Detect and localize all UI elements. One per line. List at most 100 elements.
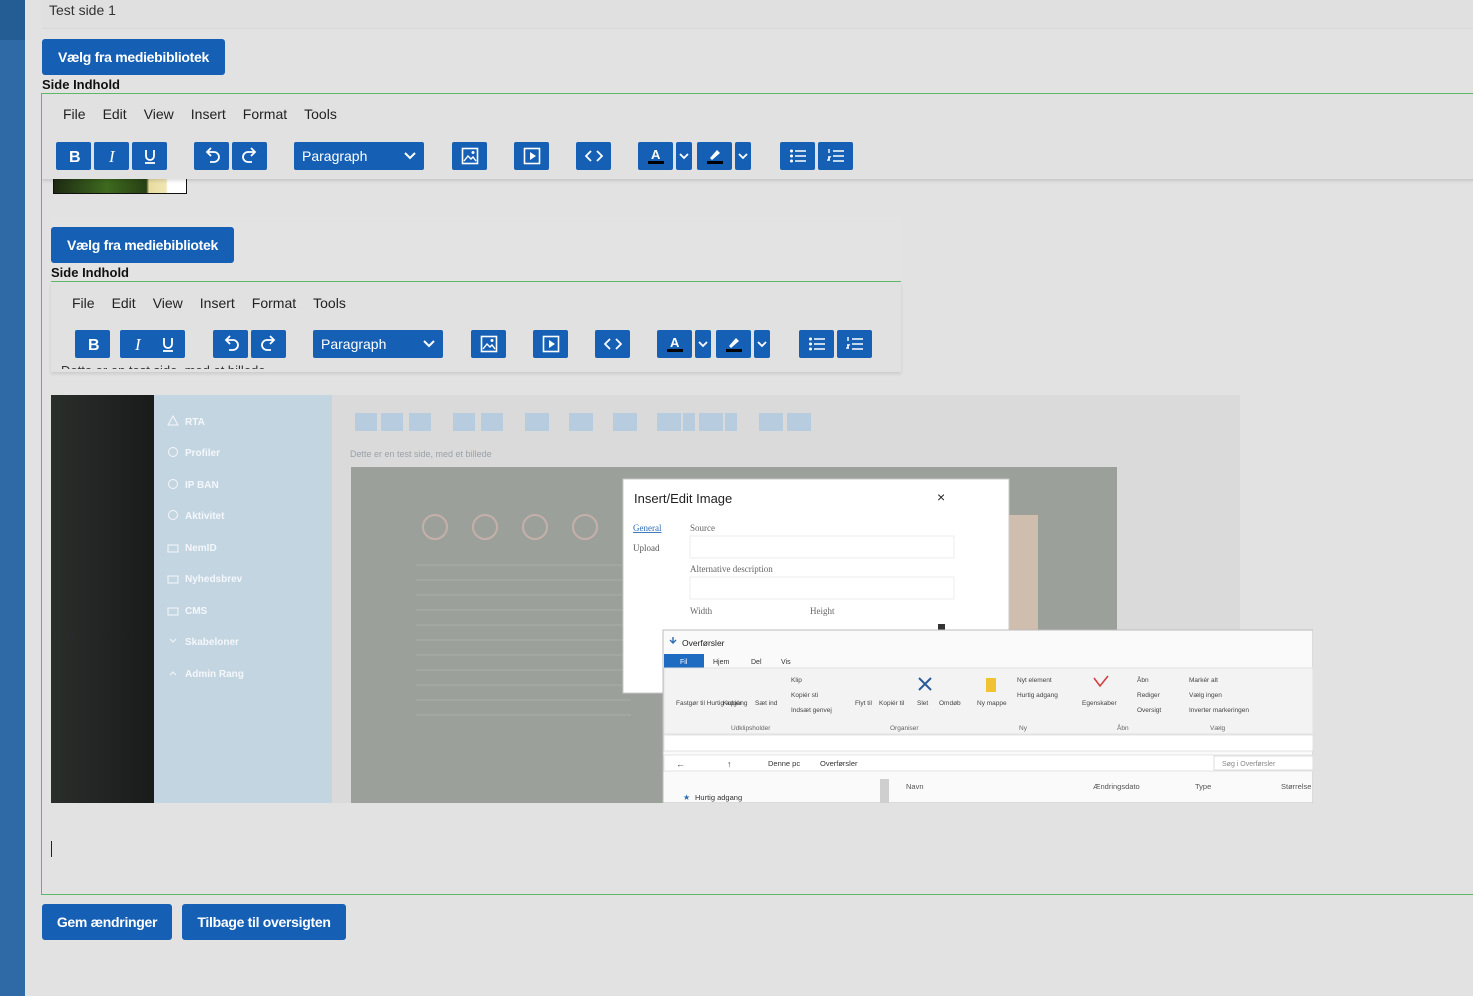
media-icon [523, 147, 540, 165]
nested-numbered-list-button[interactable] [837, 330, 872, 358]
nested-menu-file[interactable]: File [72, 295, 95, 311]
nested-highlight-button[interactable] [716, 330, 751, 358]
nested-menu-format[interactable]: Format [252, 295, 296, 311]
undo-icon [224, 335, 239, 351]
nested-menu-edit[interactable]: Edit [112, 295, 136, 311]
underline-icon [144, 150, 155, 164]
menu-format[interactable]: Format [243, 106, 287, 122]
select-media-button[interactable]: Vælg fra mediebibliotek [42, 39, 225, 75]
shot-sidebar-nemid: NemID [185, 543, 217, 554]
rich-text-editor[interactable]: Vælg fra mediebibliotek Side Indhold Fil… [41, 93, 1473, 895]
shot-sidebar-ipban: IP BAN [185, 480, 219, 491]
content-label: Side Indhold [42, 77, 120, 92]
nested-undo-button[interactable] [213, 330, 248, 358]
italic-icon: I [108, 148, 116, 164]
nested-block-format-select[interactable]: Paragraph [313, 330, 443, 358]
shot-col-dato: Ændringsdato [1093, 782, 1140, 791]
insert-media-button[interactable] [514, 142, 549, 170]
nested-menu-view[interactable]: View [153, 295, 183, 311]
menu-file[interactable]: File [63, 106, 86, 122]
partial-body-text: Dette er en test side, med et billede [61, 360, 266, 369]
nested-menubar: File Edit View Insert Format Tools [72, 295, 363, 311]
chevron-down-icon [404, 152, 416, 160]
nested-bullet-list-button[interactable] [799, 330, 834, 358]
shot-explorer-tab-fil: Fil [680, 659, 688, 666]
italic-button[interactable]: I [94, 142, 129, 170]
menu-tools[interactable]: Tools [304, 106, 337, 122]
image-icon [480, 335, 497, 353]
nested-code-button[interactable] [595, 330, 630, 358]
undo-button[interactable] [194, 142, 229, 170]
menu-insert[interactable]: Insert [191, 106, 226, 122]
underline-icon [162, 338, 173, 352]
image-thumbnail [53, 179, 187, 194]
editor-menubar: File Edit View Insert Format Tools [63, 106, 354, 122]
numbered-list-icon [845, 337, 863, 350]
shot-explorer-tab-del: Del [751, 659, 762, 666]
shot-col-stoerrelse: Størrelse [1281, 782, 1311, 791]
shot-group-vaelg: Vælg [1210, 725, 1226, 732]
shot-sidebar-rta: RTA [185, 417, 205, 428]
block-format-select[interactable]: Paragraph [294, 142, 424, 170]
source-code-button[interactable] [576, 142, 611, 170]
shot-dialog-width-label: Width [690, 606, 713, 616]
shot-ribbon-new-folder: Ny mappe [977, 700, 1007, 707]
text-color-icon: A [666, 335, 683, 352]
nested-redo-button[interactable] [251, 330, 286, 358]
shot-body-text: Dette er en test side, med et billede [350, 449, 492, 459]
nested-text-color-dropdown[interactable] [695, 330, 711, 358]
shot-explorer-tab-vis: Vis [781, 659, 791, 666]
shot-sidebar-aktivitet: Aktivitet [185, 511, 225, 522]
shot-ribbon-easy-access: Hurtig adgang [1017, 692, 1058, 699]
shot-ribbon-history: Oversigt [1137, 707, 1161, 714]
nested-block-format-value: Paragraph [321, 336, 387, 352]
nested-select-media-button[interactable]: Vælg fra mediebibliotek [51, 227, 234, 263]
underline-button[interactable] [132, 142, 167, 170]
highlight-button[interactable] [697, 142, 732, 170]
nested-menu-insert[interactable]: Insert [200, 295, 235, 311]
shot-ribbon-move-to: Flyt til [855, 700, 873, 707]
shot-dialog-source-label: Source [690, 523, 715, 533]
nested-bold-button[interactable]: B [75, 330, 110, 358]
shot-sidebar-cms: CMS [185, 606, 208, 617]
nested-image-button[interactable] [471, 330, 506, 358]
shot-ribbon-cut: Klip [791, 677, 802, 684]
code-icon [603, 338, 622, 350]
numbered-list-button[interactable] [818, 142, 853, 170]
text-color-button[interactable]: A [638, 142, 673, 170]
nested-menu-tools[interactable]: Tools [313, 295, 346, 311]
numbered-list-icon [826, 149, 844, 162]
text-color-dropdown[interactable] [676, 142, 692, 170]
back-to-overview-button[interactable]: Tilbage til oversigten [182, 904, 346, 940]
shot-ribbon-delete: Slet [917, 700, 928, 707]
page-title-input[interactable]: Test side 1 [42, 0, 1473, 29]
save-changes-button[interactable]: Gem ændringer [42, 904, 172, 940]
menu-edit[interactable]: Edit [103, 106, 127, 122]
nested-underline-button[interactable] [150, 330, 185, 358]
insert-image-button[interactable] [452, 142, 487, 170]
redo-button[interactable] [232, 142, 267, 170]
undo-icon [205, 147, 220, 163]
chevron-down-icon [757, 341, 767, 348]
chevron-down-icon [698, 341, 708, 348]
chevron-down-icon [423, 340, 435, 348]
shot-sidebar-nyhedsbrev: Nyhedsbrev [185, 574, 243, 585]
nested-media-button[interactable] [533, 330, 568, 358]
svg-text:A: A [651, 147, 661, 162]
shot-ribbon-properties: Egenskaber [1082, 700, 1118, 707]
highlight-icon [706, 150, 723, 164]
image-icon [461, 147, 478, 165]
menu-view[interactable]: View [144, 106, 174, 122]
shot-explorer-qat [663, 734, 1313, 752]
shot-ribbon-edit: Rediger [1137, 692, 1161, 699]
nested-text-color-button[interactable]: A [657, 330, 692, 358]
highlight-dropdown[interactable] [735, 142, 751, 170]
bold-button[interactable]: B [56, 142, 91, 170]
shot-explorer-title: Overførsler [682, 638, 725, 648]
nested-highlight-dropdown[interactable] [754, 330, 770, 358]
shot-ribbon-copy-path: Kopiér sti [791, 692, 818, 699]
bullet-list-button[interactable] [780, 142, 815, 170]
redo-icon [260, 335, 275, 351]
shot-sidebar-admin-rang: Admin Rang [185, 669, 244, 680]
editor-header: File Edit View Insert Format Tools B I P… [42, 94, 1473, 179]
